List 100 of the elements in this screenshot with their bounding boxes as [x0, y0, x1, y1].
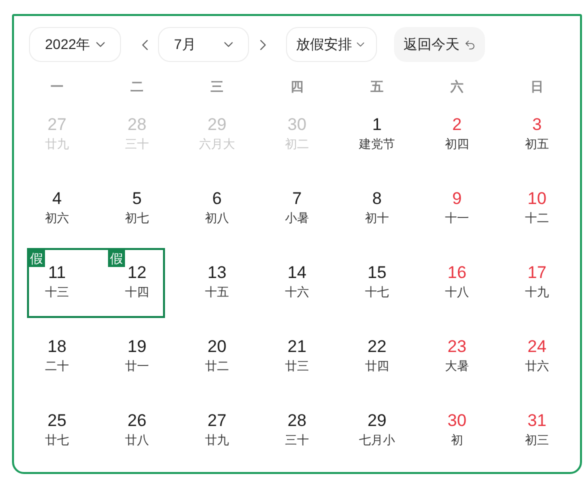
day-cell[interactable]: 2 初四: [417, 100, 497, 174]
day-number: 7: [292, 188, 302, 210]
day-number: 25: [48, 410, 66, 432]
day-number: 30: [448, 410, 466, 432]
day-cell[interactable]: 20 廿二: [177, 322, 257, 396]
lunar-date: 初: [451, 432, 463, 448]
day-cell[interactable]: 14 十六: [257, 248, 337, 322]
return-icon: [464, 38, 476, 50]
lunar-date: 初二: [285, 136, 309, 152]
day-cell[interactable]: 8 初十: [337, 174, 417, 248]
lunar-date: 三十: [125, 136, 149, 152]
lunar-date: 十七: [365, 284, 389, 300]
lunar-date: 初四: [445, 136, 469, 152]
day-number: 12: [128, 262, 146, 284]
month-value: 7月: [174, 35, 196, 54]
day-cell[interactable]: 29 七月小: [337, 396, 417, 470]
lunar-date: 十二: [525, 210, 549, 226]
day-number: 14: [288, 262, 306, 284]
day-number: 1: [372, 114, 382, 136]
holiday-badge: 假: [108, 250, 125, 267]
day-cell[interactable]: 26 廿八: [97, 396, 177, 470]
lunar-date: 十六: [285, 284, 309, 300]
day-cell[interactable]: 27 廿九: [177, 396, 257, 470]
day-number: 28: [288, 410, 306, 432]
day-cell[interactable]: 31 初三: [497, 396, 577, 470]
day-cell[interactable]: 19 廿一: [97, 322, 177, 396]
weekday-label: 三: [210, 78, 224, 96]
lunar-date: 小暑: [285, 210, 309, 226]
lunar-date: 初五: [525, 136, 549, 152]
lunar-date: 廿九: [45, 136, 69, 152]
lunar-date: 十九: [525, 284, 549, 300]
day-cell[interactable]: 9 十一: [417, 174, 497, 248]
lunar-date: 大暑: [445, 358, 469, 374]
day-cell[interactable]: 假 11 十三: [17, 248, 97, 322]
lunar-date: 六月大: [199, 136, 235, 152]
lunar-date: 十三: [45, 284, 69, 300]
day-cell[interactable]: 13 十五: [177, 248, 257, 322]
weekday-label: 二: [130, 78, 144, 96]
lunar-date: 建党节: [359, 136, 395, 152]
weekday-label: 六: [450, 78, 464, 96]
today-button[interactable]: 返回今天: [394, 27, 485, 62]
month-select[interactable]: 7月: [158, 27, 249, 62]
day-cell[interactable]: 7 小暑: [257, 174, 337, 248]
day-cell[interactable]: 假 12 十四: [97, 248, 177, 322]
day-number: 18: [48, 336, 66, 358]
day-number: 13: [208, 262, 226, 284]
day-cell[interactable]: 21 廿三: [257, 322, 337, 396]
holiday-select[interactable]: 放假安排: [286, 27, 377, 62]
holiday-value: 放假安排: [296, 35, 352, 54]
day-number: 20: [208, 336, 226, 358]
day-number: 27: [48, 114, 66, 136]
day-number: 5: [132, 188, 142, 210]
day-number: 2: [452, 114, 462, 136]
day-cell[interactable]: 3 初五: [497, 100, 577, 174]
day-cell[interactable]: 15 十七: [337, 248, 417, 322]
lunar-date: 廿一: [125, 358, 149, 374]
day-cell[interactable]: 4 初六: [17, 174, 97, 248]
lunar-date: 廿二: [205, 358, 229, 374]
day-number: 17: [528, 262, 546, 284]
day-number: 6: [212, 188, 222, 210]
day-cell[interactable]: 30 初: [417, 396, 497, 470]
day-cell[interactable]: 25 廿七: [17, 396, 97, 470]
day-cell[interactable]: 18 二十: [17, 322, 97, 396]
day-cell[interactable]: 6 初八: [177, 174, 257, 248]
day-number: 21: [288, 336, 306, 358]
lunar-date: 十一: [445, 210, 469, 226]
day-cell[interactable]: 22 廿四: [337, 322, 417, 396]
day-number: 15: [368, 262, 386, 284]
day-cell[interactable]: 24 廿六: [497, 322, 577, 396]
day-cell[interactable]: 17 十九: [497, 248, 577, 322]
day-cell[interactable]: 16 十八: [417, 248, 497, 322]
weekday-label: 日: [530, 78, 544, 96]
lunar-date: 二十: [45, 358, 69, 374]
lunar-date: 廿七: [45, 432, 69, 448]
day-number: 29: [208, 114, 226, 136]
lunar-date: 廿四: [365, 358, 389, 374]
lunar-date: 十八: [445, 284, 469, 300]
lunar-date: 十五: [205, 284, 229, 300]
day-number: 30: [288, 114, 306, 136]
day-number: 3: [532, 114, 542, 136]
year-select[interactable]: 2022年: [29, 27, 121, 62]
lunar-date: 初三: [525, 432, 549, 448]
lunar-date: 廿九: [205, 432, 229, 448]
day-number: 26: [128, 410, 146, 432]
day-cell[interactable]: 1 建党节: [337, 100, 417, 174]
day-number: 4: [52, 188, 62, 210]
holiday-badge: 假: [28, 250, 45, 267]
day-number: 27: [208, 410, 226, 432]
day-number: 22: [368, 336, 386, 358]
lunar-date: 廿八: [125, 432, 149, 448]
day-cell[interactable]: 5 初七: [97, 174, 177, 248]
day-cell[interactable]: 23 大暑: [417, 322, 497, 396]
lunar-date: 廿三: [285, 358, 309, 374]
day-number: 10: [528, 188, 546, 210]
day-number: 29: [368, 410, 386, 432]
day-number: 28: [128, 114, 146, 136]
lunar-date: 廿六: [525, 358, 549, 374]
day-cell[interactable]: 10 十二: [497, 174, 577, 248]
day-cell[interactable]: 28 三十: [257, 396, 337, 470]
weekday-label: 四: [290, 78, 304, 96]
